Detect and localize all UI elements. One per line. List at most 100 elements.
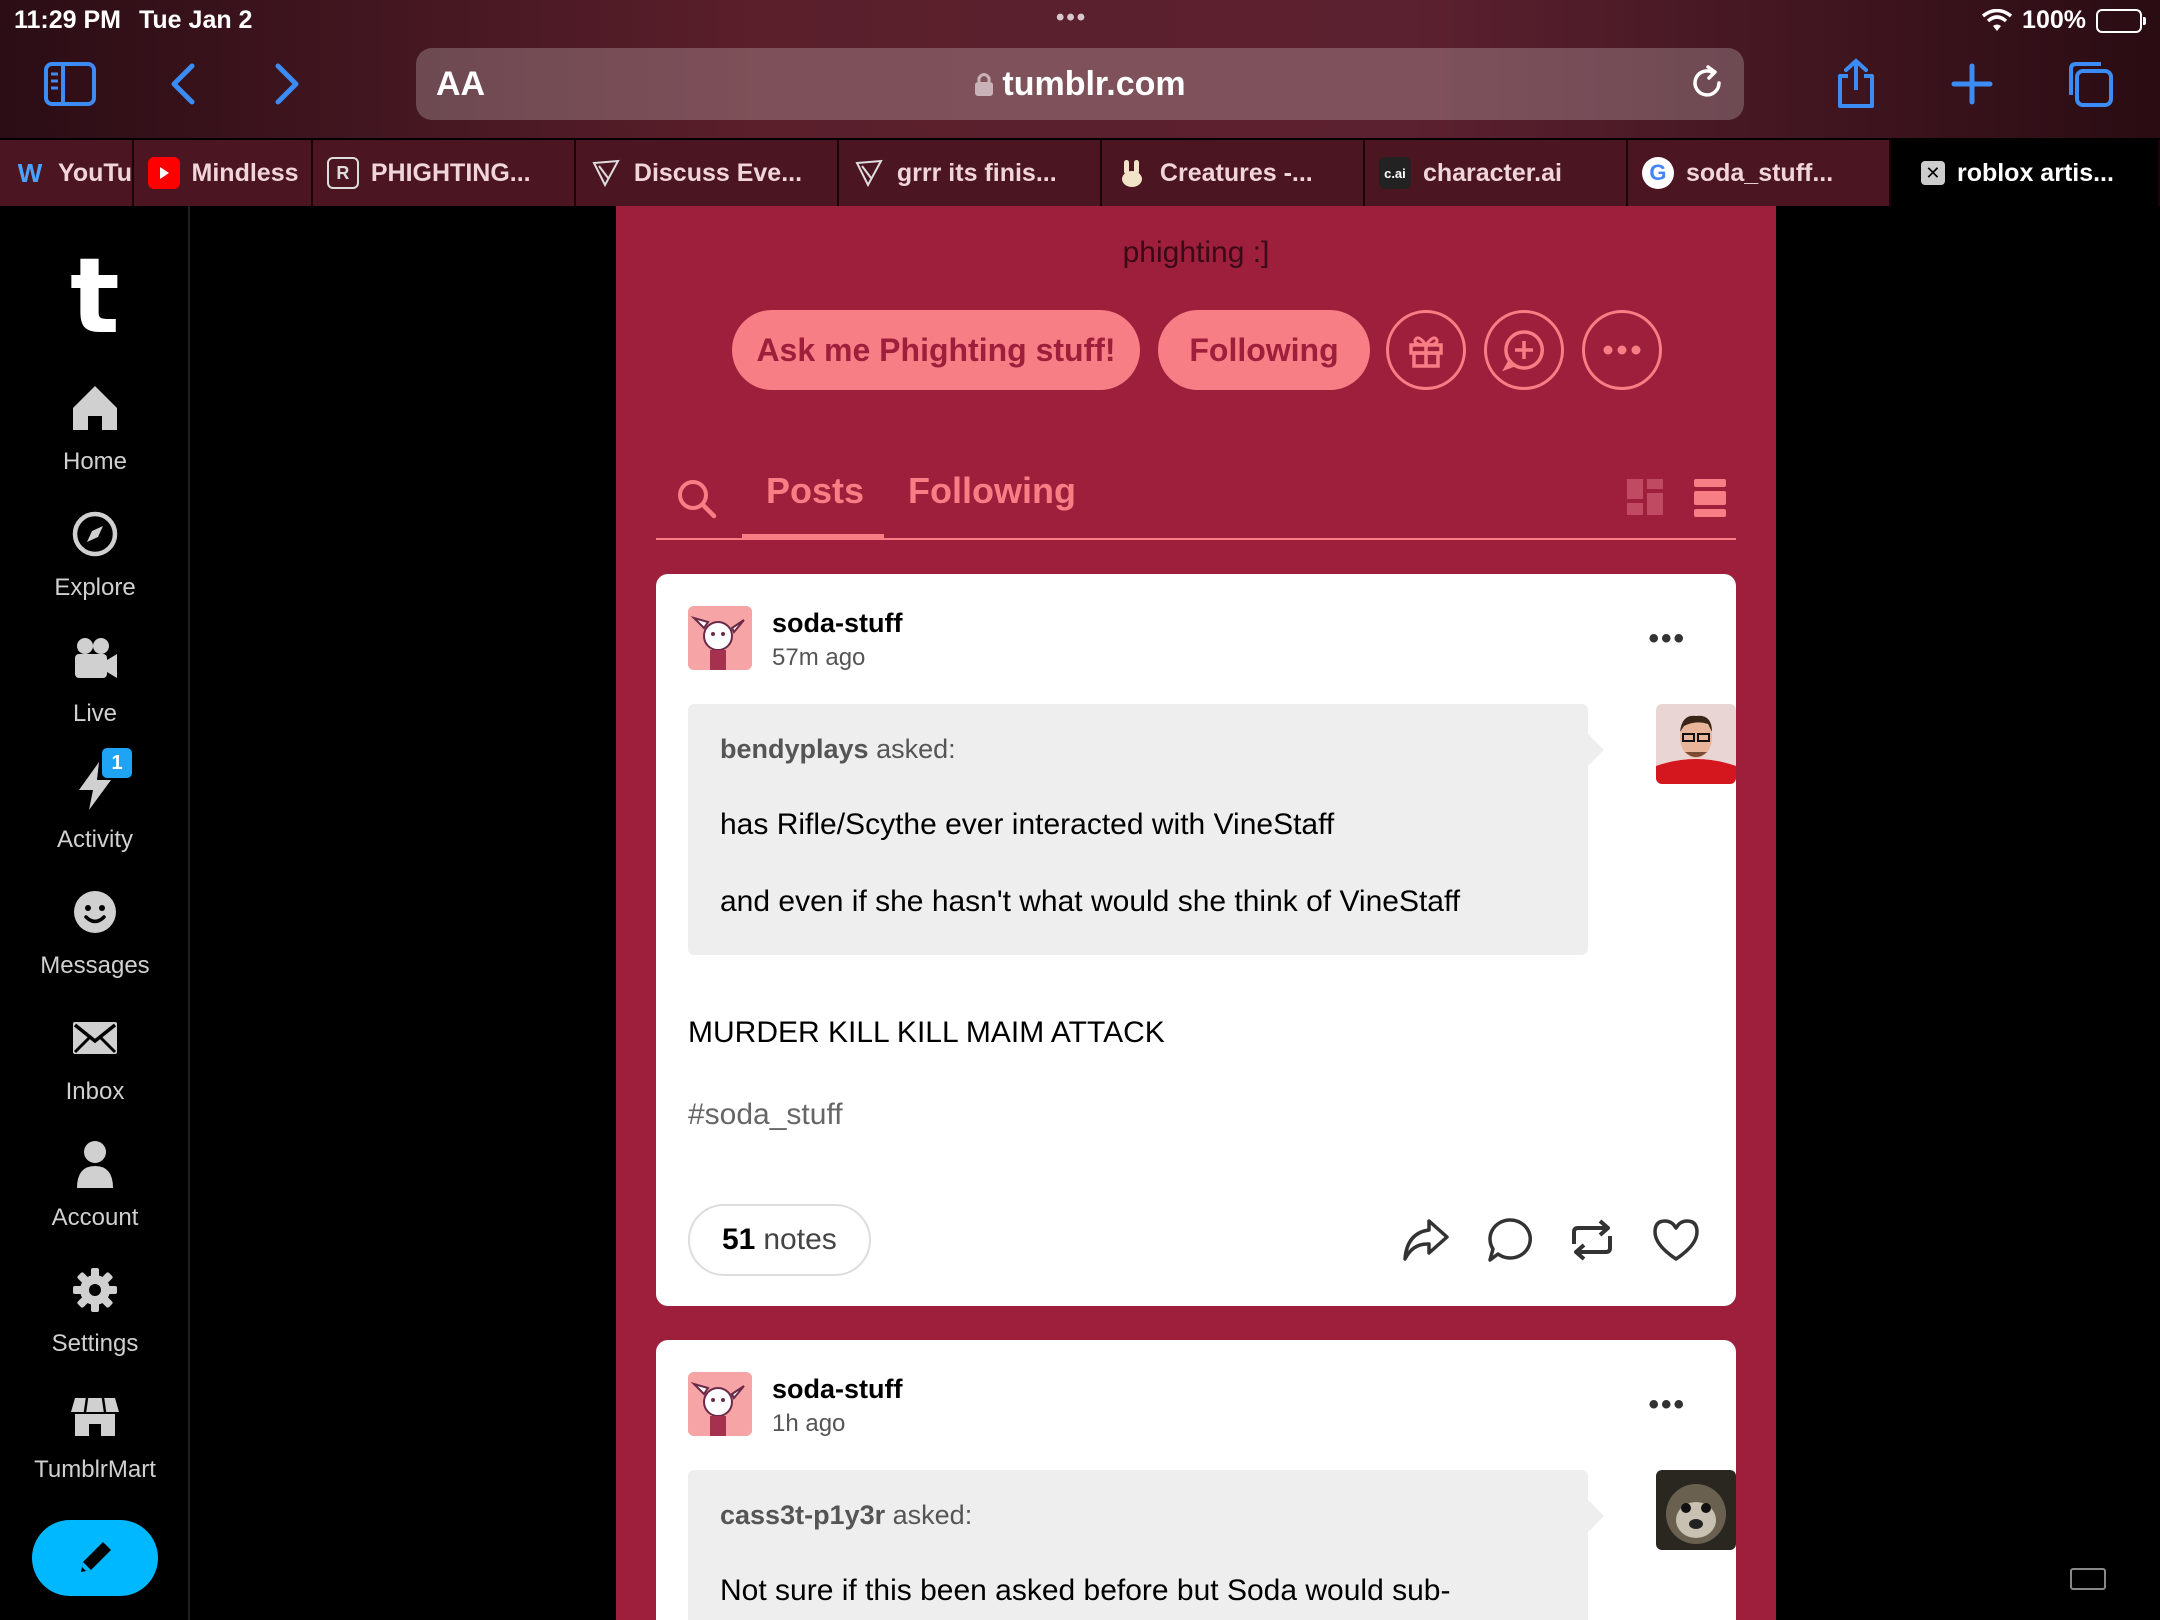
asker-line: bendyplays asked: [720,734,1556,765]
asked-label: asked: [876,734,956,764]
nav-explore[interactable]: Explore [0,504,190,602]
tab-label: YouTu [58,158,133,187]
nav-tumblrmart[interactable]: TumblrMart [0,1386,190,1484]
status-bar: 11:29 PM Tue Jan 2 ••• 100% [0,4,2160,38]
ask-box: cass3t-p1y3r asked: Not sure if this bee… [688,1470,1604,1620]
asker-name[interactable]: cass3t-p1y3r [720,1500,885,1530]
question-line: has Rifle/Scythe ever interacted with Vi… [720,808,1335,841]
tab-label: Discuss Eve... [633,158,803,187]
back-icon[interactable] [148,52,216,116]
like-button[interactable] [1648,1212,1704,1268]
nav-settings[interactable]: Settings [0,1260,190,1358]
notes-count: 51 [722,1223,756,1256]
post-tag[interactable]: #soda_stuff [688,1098,843,1132]
post-username[interactable]: soda-stuff [772,608,903,639]
multitask-dots-icon[interactable]: ••• [1056,4,1087,32]
creature-avatar-icon [688,606,752,670]
browser-tab[interactable]: Creatures -... [1101,140,1365,206]
post-answer: MURDER KILL KILL MAIM ATTACK [688,1016,1165,1049]
grid-view-icon[interactable] [1626,478,1664,516]
blog-view: phighting :] Ask me Phighting stuff! Fol… [616,206,1776,1620]
new-tab-icon[interactable] [1938,52,2006,116]
r-icon: R [326,157,359,189]
tab-label: character.ai [1422,158,1562,187]
home-icon [73,386,117,430]
url-text: tumblr.com [1002,65,1186,103]
battery-percent: 100% [2022,6,2086,34]
post-menu-icon[interactable]: ••• [1648,622,1686,656]
tab-following[interactable]: Following [908,470,1076,512]
browser-tab[interactable]: R PHIGHTING... [312,140,576,206]
blog-description: phighting :] [1122,236,1270,269]
nav-home[interactable]: Home [0,378,190,476]
nav-messages[interactable]: Messages [0,882,190,980]
search-icon[interactable] [676,478,718,520]
forward-icon[interactable] [254,52,322,116]
asker-avatar[interactable] [1656,1470,1736,1550]
tabs-overview-icon[interactable] [2056,52,2124,116]
share-icon[interactable] [1822,52,1890,116]
nav-live[interactable]: Live [0,630,190,728]
status-date: Tue Jan 2 [139,6,253,34]
post-card: soda-stuff 57m ago ••• bendyplays asked:… [656,574,1736,1306]
sidebar-toggle-icon[interactable] [36,52,104,116]
browser-tab[interactable]: W YouTu [0,140,134,206]
tab-posts[interactable]: Posts [766,470,864,512]
nav-account[interactable]: Account [0,1134,190,1232]
post-menu-icon[interactable]: ••• [1648,1388,1686,1422]
share-post-button[interactable] [1398,1212,1454,1268]
asker-name[interactable]: bendyplays [720,734,869,764]
status-time: 11:29 PM [14,6,122,34]
creature-avatar-icon [688,1372,752,1436]
browser-tab[interactable]: G soda_stuff... [1627,140,1891,206]
browser-chrome: 11:29 PM Tue Jan 2 ••• 100% AA tumblr.co… [0,0,2160,138]
gift-button[interactable] [1386,310,1466,390]
browser-tab[interactable]: Discuss Eve... [575,140,839,206]
tab-label: grrr its finis... [896,158,1057,187]
keyboard-icon[interactable] [2070,1568,2106,1590]
blog-avatar[interactable] [688,1372,752,1436]
reblog-button[interactable] [1564,1212,1620,1268]
browser-tab[interactable]: c.ai character.ai [1364,140,1628,206]
nav-label: Settings [51,1330,139,1357]
browser-tab-active[interactable]: ✕ roblox artis... [1890,140,2160,206]
blog-avatar[interactable] [688,606,752,670]
youtube-icon [147,157,180,189]
reply-button[interactable] [1482,1212,1538,1268]
nav-activity[interactable]: 1 Activity [0,748,190,854]
post-card: soda-stuff 1h ago ••• cass3t-p1y3r asked… [656,1340,1736,1620]
w-icon: W [17,157,43,188]
post-username[interactable]: soda-stuff [772,1374,903,1405]
close-tab-icon[interactable]: ✕ [1920,161,1945,185]
list-view-icon[interactable] [1692,478,1728,518]
tumblr-logo-icon[interactable]: t [70,244,120,348]
question-line: and even if she hasn't what would she th… [720,885,1461,918]
reload-icon[interactable] [1688,64,1726,102]
tab-label: Creatures -... [1159,158,1313,187]
battery-icon [2096,8,2146,33]
storefront-icon [71,1397,119,1436]
more-options-button[interactable] [1582,310,1662,390]
following-button[interactable]: Following [1158,310,1370,390]
activity-badge: 1 [102,748,132,778]
message-blog-button[interactable] [1484,310,1564,390]
url-display[interactable]: tumblr.com [416,65,1744,104]
share-arrow-icon [1403,1219,1449,1261]
browser-tab[interactable]: grrr its finis... [838,140,1102,206]
nav-label: Messages [40,952,150,979]
status-right: 100% [1982,6,2146,35]
envelope-icon [73,1022,117,1054]
asker-avatar[interactable] [1656,704,1736,784]
nav-inbox[interactable]: Inbox [0,1008,190,1106]
notes-button[interactable]: 51 notes [688,1204,871,1276]
browser-tabs: W YouTu Mindless R PHIGHTING... Discuss … [0,140,2160,206]
ask-button[interactable]: Ask me Phighting stuff! [732,310,1140,390]
compose-post-button[interactable] [32,1520,158,1596]
asker-line: cass3t-p1y3r asked: [720,1500,1556,1531]
nav-label: Live [72,700,118,727]
address-bar[interactable]: AA tumblr.com [416,48,1744,120]
notes-label: notes [763,1223,837,1256]
video-camera-icon [75,638,117,678]
browser-tab[interactable]: Mindless [133,140,313,206]
gear-icon [73,1268,117,1312]
